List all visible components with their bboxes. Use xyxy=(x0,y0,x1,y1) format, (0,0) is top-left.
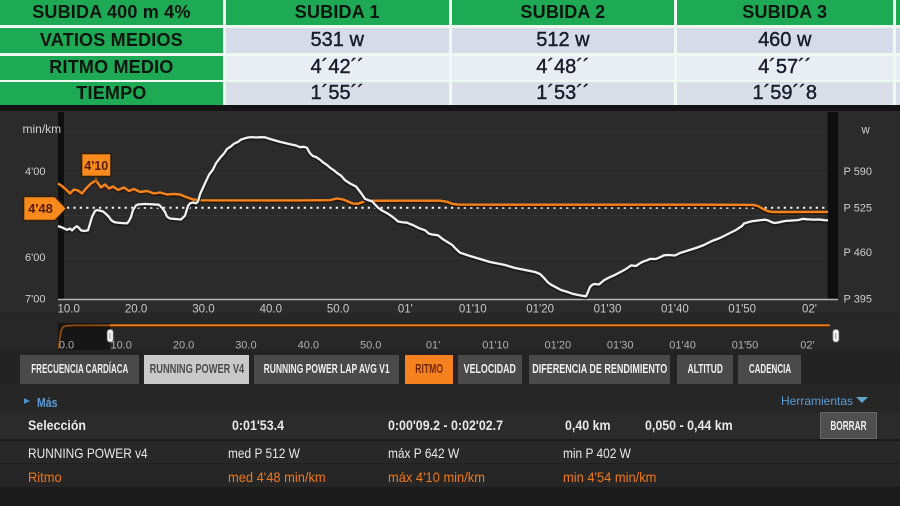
svg-text:4'00: 4'00 xyxy=(25,166,45,178)
svg-text:0.0: 0.0 xyxy=(59,340,74,352)
svg-text:01'50: 01'50 xyxy=(728,304,756,316)
svg-text:01'10: 01'10 xyxy=(482,340,509,352)
svg-text:01'10: 01'10 xyxy=(459,304,487,316)
svg-text:6'00: 6'00 xyxy=(25,252,45,264)
svg-text:10.0: 10.0 xyxy=(110,340,131,352)
svg-text:40.0: 40.0 xyxy=(260,304,282,316)
svg-text:P 590: P 590 xyxy=(844,166,873,178)
svg-text:50.0: 50.0 xyxy=(327,304,349,316)
svg-text:01'30: 01'30 xyxy=(607,340,634,352)
svg-text:30.0: 30.0 xyxy=(235,340,256,352)
svg-text:7'00: 7'00 xyxy=(25,293,45,305)
svg-text:20.0: 20.0 xyxy=(173,340,194,352)
svg-text:P 460: P 460 xyxy=(844,247,873,259)
svg-text:w: w xyxy=(861,125,871,137)
svg-text:P 395: P 395 xyxy=(844,293,873,305)
svg-text:10.0: 10.0 xyxy=(58,304,80,316)
svg-text:01'20: 01'20 xyxy=(545,340,572,352)
svg-text:01'40: 01'40 xyxy=(661,304,689,316)
svg-text:50.0: 50.0 xyxy=(360,340,381,352)
svg-text:01': 01' xyxy=(426,340,440,352)
svg-text:01'30: 01'30 xyxy=(594,304,622,316)
svg-text:min/km: min/km xyxy=(23,122,62,136)
svg-text:02': 02' xyxy=(802,304,817,316)
svg-text:01'40: 01'40 xyxy=(669,340,696,352)
svg-text:P 525: P 525 xyxy=(844,203,873,215)
svg-text:4'10: 4'10 xyxy=(84,159,108,173)
svg-text:30.0: 30.0 xyxy=(192,304,214,316)
svg-text:4'48: 4'48 xyxy=(28,201,53,216)
svg-text:40.0: 40.0 xyxy=(298,340,319,352)
svg-text:02': 02' xyxy=(800,340,814,352)
svg-text:20.0: 20.0 xyxy=(125,304,147,316)
svg-text:01': 01' xyxy=(398,304,413,316)
svg-text:01'20: 01'20 xyxy=(526,304,554,316)
svg-text:01'50: 01'50 xyxy=(732,340,759,352)
